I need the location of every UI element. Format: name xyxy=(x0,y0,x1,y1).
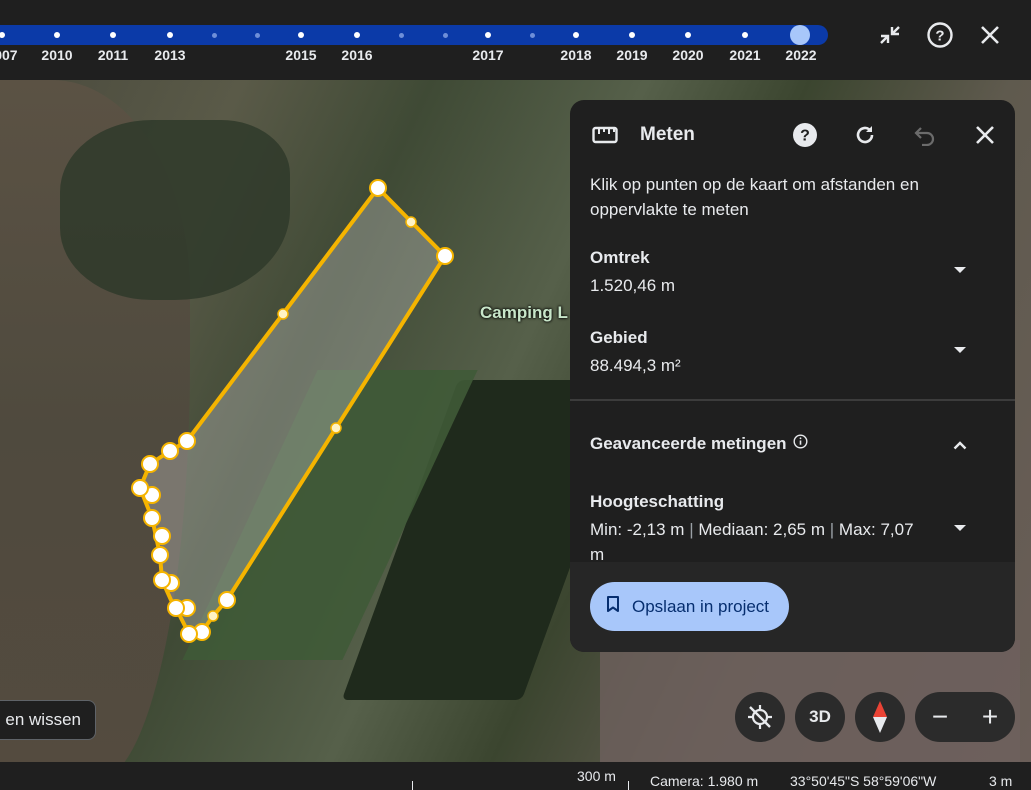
area-section[interactable]: Gebied 88.494,3 m² xyxy=(590,328,995,378)
location-off-icon xyxy=(748,705,772,729)
panel-divider xyxy=(570,399,1015,401)
status-bar: 300 m Camera: 1.980 m 33°50'45"S 58°59'0… xyxy=(0,762,1031,790)
help-icon[interactable]: ? xyxy=(925,20,955,50)
compass-icon xyxy=(873,701,887,733)
area-label: Gebied xyxy=(590,328,648,347)
timeline-current-marker[interactable] xyxy=(790,25,810,45)
measure-panel-footer: Opslaan in project xyxy=(570,562,1015,652)
measure-help-icon[interactable]: ? xyxy=(790,120,820,150)
chevron-down-icon[interactable] xyxy=(950,340,970,360)
svg-text:?: ? xyxy=(935,28,944,45)
measure-panel: Meten ? Klik op punten op de kaart om af… xyxy=(570,100,1015,652)
height-estimate-section[interactable]: Hoogteschatting Min: -2,13 m | Mediaan: … xyxy=(590,492,920,567)
zoom-in-button[interactable]: + xyxy=(965,692,1015,742)
timeline-tick[interactable] xyxy=(298,32,304,38)
separator: | xyxy=(829,520,835,539)
location-off-button[interactable] xyxy=(735,692,785,742)
timeline-tick[interactable] xyxy=(167,32,173,38)
timeline-year-label[interactable]: 2013 xyxy=(154,47,185,63)
timeline-year-label[interactable]: 2018 xyxy=(560,47,591,63)
cursor-elevation: 3 m xyxy=(989,773,1013,789)
advanced-measurements-section[interactable]: Geavanceerde metingen xyxy=(590,434,995,454)
ruler-icon xyxy=(592,126,618,149)
timeline-year-label[interactable]: 2016 xyxy=(341,47,372,63)
perimeter-label: Omtrek xyxy=(590,248,650,267)
area-value: 88.494,3 m² xyxy=(590,356,681,375)
timeline-tick[interactable] xyxy=(110,32,116,38)
timeline-track[interactable] xyxy=(0,25,828,45)
measure-instructions: Klik op punten op de kaart om afstanden … xyxy=(590,175,919,219)
advanced-measurements-label: Geavanceerde metingen xyxy=(590,434,787,453)
timeline-tick[interactable] xyxy=(54,32,60,38)
bookmark-icon xyxy=(606,595,620,618)
scale-label: 300 m xyxy=(577,768,616,784)
chevron-down-icon[interactable] xyxy=(950,260,970,280)
scale-bar-right xyxy=(628,781,629,790)
compass-button[interactable] xyxy=(855,692,905,742)
perimeter-section[interactable]: Omtrek 1.520,46 m xyxy=(590,248,995,298)
timeline-year-label[interactable]: 2022 xyxy=(785,47,816,63)
zoom-controls: − + xyxy=(915,692,1015,742)
timeline-year-label[interactable]: 2007 xyxy=(0,47,18,63)
timeline-year-label[interactable]: 2011 xyxy=(98,47,128,63)
timeline-year-label[interactable]: 2021 xyxy=(729,47,760,63)
measure-close-icon[interactable] xyxy=(970,120,1000,150)
field-forest-top xyxy=(60,120,290,300)
save-to-project-label: Opslaan in project xyxy=(632,596,770,616)
chevron-up-icon[interactable] xyxy=(950,435,970,455)
map-place-label[interactable]: Camping L xyxy=(480,303,568,323)
separator: | xyxy=(689,520,694,539)
svg-text:?: ? xyxy=(800,128,810,145)
undo-icon[interactable] xyxy=(910,120,940,150)
timeline-tick[interactable] xyxy=(573,32,579,38)
timeline-year-label[interactable]: 2015 xyxy=(285,47,316,63)
measure-panel-title: Meten xyxy=(640,124,695,145)
timeline-year-label[interactable]: 2020 xyxy=(672,47,703,63)
timeline-tick[interactable] xyxy=(685,32,691,38)
timeline-tick[interactable] xyxy=(742,32,748,38)
zoom-out-button[interactable]: − xyxy=(915,692,965,742)
scale-bar-left xyxy=(412,781,413,790)
perimeter-value: 1.520,46 m xyxy=(590,276,676,295)
timeline-year-label[interactable]: 2017 xyxy=(472,47,503,63)
timeline-year-label[interactable]: 2019 xyxy=(616,47,647,63)
timeline-year-label[interactable]: 2010 xyxy=(41,47,72,63)
timeline-tick[interactable] xyxy=(354,32,360,38)
cursor-coordinates: 33°50'45"S 58°59'06"W xyxy=(790,773,937,789)
timeline-tick[interactable] xyxy=(485,32,491,38)
save-to-project-button[interactable]: Opslaan in project xyxy=(590,582,790,631)
timeline-minor-tick[interactable] xyxy=(212,33,217,38)
clear-measurement-button[interactable]: en wissen xyxy=(0,700,96,740)
timeline-minor-tick[interactable] xyxy=(530,33,535,38)
height-min: Min: -2,13 m xyxy=(590,520,685,539)
timeline-minor-tick[interactable] xyxy=(399,33,404,38)
info-icon[interactable] xyxy=(793,434,808,454)
timeline-minor-tick[interactable] xyxy=(255,33,260,38)
height-estimate-value: Min: -2,13 m | Mediaan: 2,65 m | Max: 7,… xyxy=(590,517,920,567)
height-median: Mediaan: 2,65 m xyxy=(698,520,826,539)
toggle-3d-button[interactable]: 3D xyxy=(795,692,845,742)
refresh-icon[interactable] xyxy=(850,120,880,150)
timeline-bar: 2007 2010 2011 2013 2015 2016 2017 2018 2019 2020… xyxy=(0,0,1031,80)
measure-panel-header: Meten ? xyxy=(570,100,1015,170)
chevron-down-icon[interactable] xyxy=(950,518,970,538)
close-icon[interactable] xyxy=(975,20,1005,50)
camera-altitude: Camera: 1.980 m xyxy=(650,773,759,789)
collapse-icon[interactable] xyxy=(875,20,905,50)
height-estimate-label: Hoogteschatting xyxy=(590,492,725,511)
timeline-minor-tick[interactable] xyxy=(443,33,448,38)
timeline-tick[interactable] xyxy=(629,32,635,38)
